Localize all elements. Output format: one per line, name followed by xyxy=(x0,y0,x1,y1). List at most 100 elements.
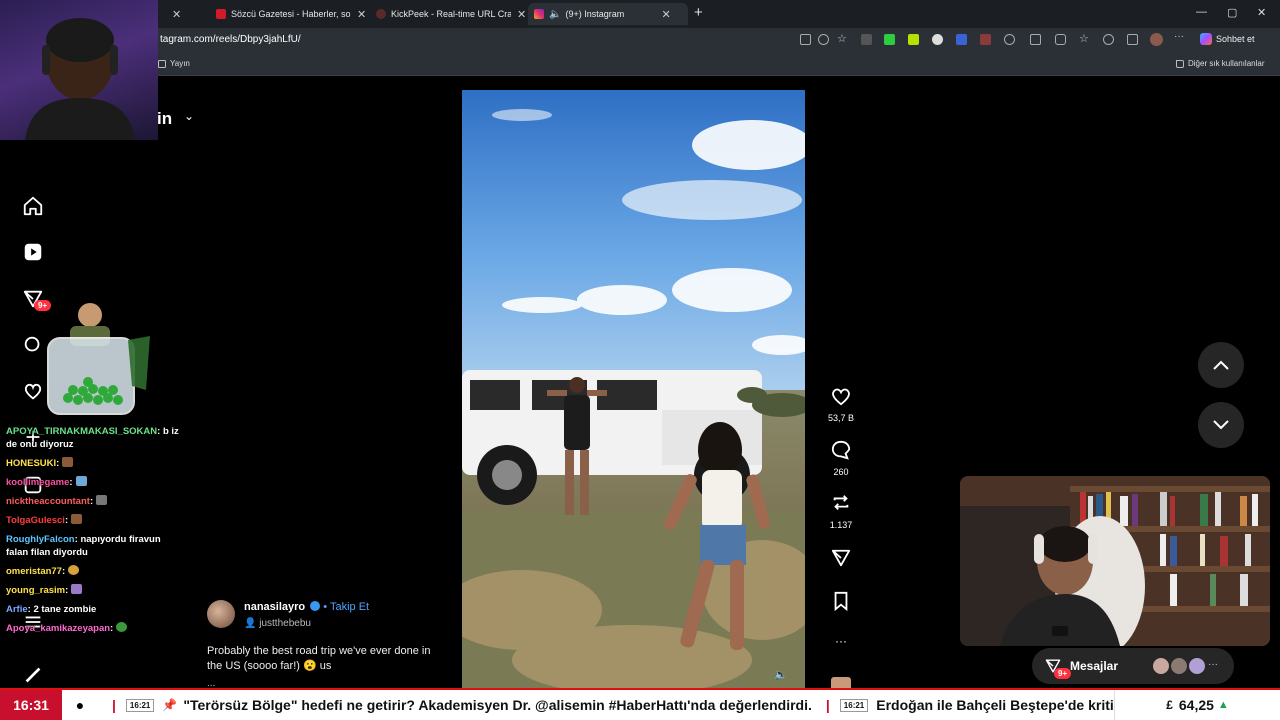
url-field[interactable]: tagram.com/reels/Dbpy3jahLfU/ xyxy=(160,34,301,45)
extension-icon[interactable] xyxy=(884,34,895,45)
profile-avatar[interactable] xyxy=(1150,33,1163,46)
chat-message: TolgaGulesci: xyxy=(0,511,190,530)
url-text: tagram.com/reels/Dbpy3jahLfU/ xyxy=(160,34,301,45)
repost-button[interactable]: 1.137 xyxy=(820,493,862,530)
chat-message: RoughlyFalcon: napıyordu firavun falan f… xyxy=(6,534,161,558)
chat-message: nicktheaccountant: xyxy=(0,492,190,511)
close-tab-icon[interactable]: ✕ xyxy=(357,8,366,21)
tab-title: (9+) Instagram xyxy=(565,9,625,19)
extensions-puzzle-icon[interactable] xyxy=(1055,34,1066,45)
save-button[interactable] xyxy=(820,591,862,616)
extension-icon[interactable] xyxy=(861,34,872,45)
chat-username: TolgaGulesci xyxy=(6,515,65,526)
more-menu-icon[interactable]: ··· xyxy=(1174,31,1185,42)
headline-text: Erdoğan ile Bahçeli Beştepe'de kritik z xyxy=(876,697,1114,713)
audio-credit[interactable]: 👤 justthebebu xyxy=(244,618,311,629)
header-title[interactable]: in xyxy=(157,109,172,129)
tab-blank[interactable]: ✕ xyxy=(160,3,210,25)
tab-sozcu[interactable]: Sözcü Gazetesi - Haberler, son da ✕ xyxy=(210,3,372,25)
pin-icon: 📌 xyxy=(162,698,178,712)
copilot-icon xyxy=(1200,33,1212,45)
bookmark-icon xyxy=(834,591,848,612)
follow-button[interactable]: • Takip Et xyxy=(323,601,369,613)
other-favorites-folder[interactable]: Diğer sık kullanılanlar xyxy=(1176,59,1264,68)
star-icon[interactable]: ☆ xyxy=(837,32,848,45)
emote-icon xyxy=(96,495,108,505)
comment-icon xyxy=(831,440,851,460)
bookmark-yayin[interactable]: Yayın xyxy=(158,59,190,68)
chat-message: omeristan77: xyxy=(0,562,190,581)
comment-count: 260 xyxy=(833,467,849,477)
extension-icon[interactable] xyxy=(1004,34,1015,45)
messages-button[interactable]: 9+ Mesajlar ··· xyxy=(1032,648,1234,684)
kickpeek-favicon-icon xyxy=(376,9,386,19)
share-icon xyxy=(831,549,851,567)
copilot-chat-button[interactable]: Sohbet et xyxy=(1200,33,1255,45)
collections-icon[interactable] xyxy=(1103,34,1114,45)
author-avatar[interactable] xyxy=(207,600,235,628)
home-icon[interactable] xyxy=(22,195,44,217)
previous-reel-button[interactable] xyxy=(1198,342,1244,388)
restore-button[interactable]: ▢ xyxy=(1227,6,1237,19)
post-caption: Probably the best road trip we've ever d… xyxy=(207,645,431,672)
bookmark-page-icon xyxy=(158,59,166,68)
share-button[interactable] xyxy=(820,548,862,573)
more-options-icon[interactable]: ··· xyxy=(820,634,862,648)
screen: ✕ Sözcü Gazetesi - Haberler, son da ✕ Ki… xyxy=(0,0,1280,720)
chat-message: koollimegame: xyxy=(0,473,190,492)
reel-video[interactable]: 🔈 xyxy=(462,90,805,688)
close-window-button[interactable]: ✕ xyxy=(1257,6,1266,19)
mute-icon[interactable]: 🔈 xyxy=(774,668,788,681)
bookmarks-bar: Yayın Diğer sık kullanılanlar xyxy=(0,52,1280,76)
chat-text: 2 tane zombie xyxy=(33,604,97,615)
favorites-icon[interactable]: ☆ xyxy=(1079,32,1090,45)
close-tab-icon[interactable]: ✕ xyxy=(661,8,670,21)
guest-webcam xyxy=(960,476,1270,646)
close-tab-icon[interactable]: ✕ xyxy=(517,8,526,21)
chat-username: young_rasim xyxy=(6,585,66,596)
extension-icon[interactable] xyxy=(932,34,943,45)
headline-time: 16:21 xyxy=(125,698,155,712)
emote-icon xyxy=(71,514,83,524)
tab-instagram[interactable]: 🔈 (9+) Instagram ✕ xyxy=(528,3,688,25)
emote-icon xyxy=(116,622,128,632)
chat-username: omeristan77 xyxy=(6,566,62,577)
like-button[interactable]: 53,7 B xyxy=(820,386,862,423)
meta-icon[interactable] xyxy=(22,664,44,686)
heart-icon xyxy=(832,388,850,406)
chevron-down-icon[interactable]: ⌄ xyxy=(184,109,194,123)
zoom-icon[interactable] xyxy=(818,34,829,45)
comment-button[interactable]: 260 xyxy=(820,440,862,477)
speaker-icon[interactable]: 🔈 xyxy=(549,9,561,20)
close-tab-icon[interactable]: ✕ xyxy=(172,8,181,21)
repost-icon xyxy=(833,495,849,511)
avatar xyxy=(1170,657,1188,675)
webcam-person xyxy=(25,18,135,140)
new-tab-button[interactable]: + xyxy=(694,4,703,21)
screenshot-icon[interactable] xyxy=(1127,34,1138,45)
extension-icon[interactable] xyxy=(980,34,991,45)
browser-tab-bar: ✕ Sözcü Gazetesi - Haberler, son da ✕ Ki… xyxy=(0,0,1280,28)
split-view-icon[interactable] xyxy=(1030,34,1041,45)
news-ticker: 16:31 ● | 16:21 📌 "Terörsüz Bölge" hedef… xyxy=(0,688,1280,720)
currency-symbol: £ xyxy=(1166,698,1173,712)
ticker-clock: 16:31 xyxy=(0,690,62,720)
extension-icon[interactable] xyxy=(908,34,919,45)
headline-text: "Terörsüz Bölge" hedefi ne getirir? Akad… xyxy=(183,697,812,713)
reels-icon[interactable] xyxy=(22,241,44,263)
avatar xyxy=(1152,657,1170,675)
verified-icon xyxy=(310,601,321,611)
avatar xyxy=(1188,657,1206,675)
bookmark-label: Diğer sık kullanılanlar xyxy=(1188,59,1265,68)
minimize-button[interactable]: — xyxy=(1196,6,1207,18)
extension-icon[interactable] xyxy=(956,34,967,45)
author-username[interactable]: nanasilayro xyxy=(244,601,305,613)
tab-kickpeek[interactable]: KickPeek - Real-time URL Crawler ✕ xyxy=(370,3,532,25)
headline-time: 16:21 xyxy=(839,698,869,712)
next-reel-button[interactable] xyxy=(1198,402,1244,448)
chat-username: RoughlyFalcon xyxy=(6,534,75,545)
reader-icon[interactable] xyxy=(800,34,811,45)
chevron-up-icon xyxy=(1213,360,1229,370)
webcam-bookshelf-scene xyxy=(960,476,1270,646)
emote-icon xyxy=(75,476,87,486)
